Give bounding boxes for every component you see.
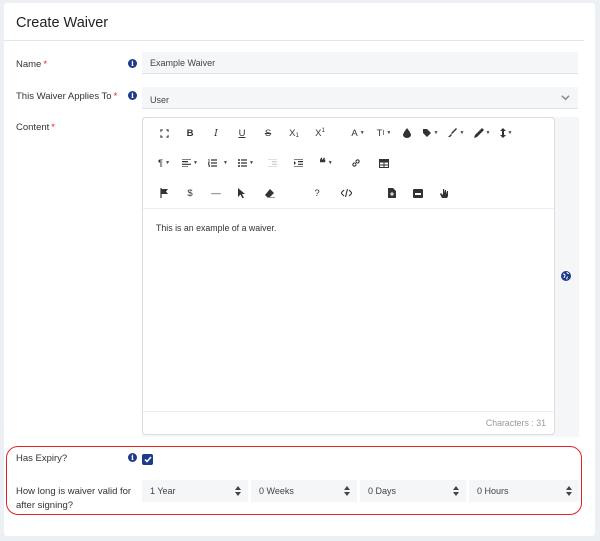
days-value: 0 Days: [368, 486, 397, 496]
character-counter: Characters : 31: [485, 418, 546, 428]
required-mark: *: [43, 59, 48, 70]
applies-to-info-icon[interactable]: i: [128, 91, 137, 100]
unordered-list-icon[interactable]: ▼: [233, 152, 259, 174]
applies-to-label: This Waiver Applies To *: [16, 90, 117, 104]
name-label: Name *: [16, 58, 47, 72]
font-size-icon[interactable]: T I ▼: [371, 122, 397, 144]
paint-brush-icon[interactable]: ▼: [443, 122, 469, 144]
applies-to-value: User: [150, 95, 170, 105]
bold-icon[interactable]: B: [177, 122, 203, 144]
required-mark: *: [51, 122, 55, 133]
subscript-icon[interactable]: X1: [281, 122, 307, 144]
horizontal-line-icon[interactable]: —: [203, 182, 229, 204]
sort-arrows-icon: [344, 486, 350, 496]
ordered-list-icon[interactable]: ▼: [203, 152, 233, 174]
page-title: Create Waiver: [16, 15, 109, 31]
valid-duration-label: How long is waiver valid for after signi…: [16, 486, 132, 511]
globe-icon[interactable]: [561, 271, 571, 281]
dollar-icon[interactable]: $: [177, 182, 203, 204]
flag-icon[interactable]: [151, 182, 177, 204]
fullscreen-icon[interactable]: [151, 122, 177, 144]
content-editor-area: B I U S X1 X1 A ▼ T I ▼ ▼ ▼ ▼ ▼ ¶ ▼ ▼ ▼ …: [142, 117, 579, 437]
pencil-icon[interactable]: ▼: [469, 122, 495, 144]
chevron-down-icon: [561, 95, 570, 101]
info-glyph: i: [131, 91, 134, 100]
strikethrough-icon[interactable]: S: [255, 122, 281, 144]
table-icon[interactable]: [371, 152, 397, 174]
sort-arrows-icon: [566, 486, 572, 496]
required-mark: *: [113, 91, 118, 102]
weeks-select[interactable]: 0 Weeks: [251, 480, 357, 502]
create-waiver-card: Create Waiver Name * i Example Waiver Thi…: [4, 3, 595, 536]
toolbar-row-1: B I U S X1 X1 A ▼ T I ▼ ▼ ▼ ▼ ▼: [151, 122, 517, 144]
rich-text-editor: B I U S X1 X1 A ▼ T I ▼ ▼ ▼ ▼ ▼ ¶ ▼ ▼ ▼ …: [142, 117, 555, 435]
check-icon: [143, 456, 152, 463]
toolbar-row-3: $ — ?: [151, 182, 457, 204]
info-glyph: i: [131, 59, 134, 68]
code-view-icon[interactable]: [333, 182, 359, 204]
title-divider: [4, 40, 584, 41]
outdent-icon[interactable]: [259, 152, 285, 174]
hand-icon[interactable]: [431, 182, 457, 204]
has-expiry-label: Has Expiry?: [16, 453, 68, 464]
editor-content[interactable]: This is an example of a waiver.: [156, 223, 276, 233]
years-select[interactable]: 1 Year: [142, 480, 248, 502]
hours-value: 0 Hours: [477, 486, 509, 496]
days-select[interactable]: 0 Days: [360, 480, 466, 502]
quote-icon[interactable]: ❝ ▼: [311, 152, 341, 174]
toolbar-row-2: ¶ ▼ ▼ ▼ ▼ ❝ ▼: [151, 152, 397, 174]
line-height-icon[interactable]: ▼: [495, 122, 517, 144]
background-color-icon[interactable]: ▼: [417, 122, 443, 144]
has-expiry-checkbox[interactable]: [142, 454, 153, 465]
cursor-icon[interactable]: [229, 182, 255, 204]
superscript-icon[interactable]: X1: [307, 122, 333, 144]
indent-icon[interactable]: [285, 152, 311, 174]
content-label: Content *: [16, 121, 55, 135]
applies-to-label-text: This Waiver Applies To: [16, 91, 112, 102]
hours-select[interactable]: 0 Hours: [469, 480, 579, 502]
align-icon[interactable]: ▼: [177, 152, 203, 174]
clear-formatting-icon[interactable]: [255, 182, 285, 204]
applies-to-select[interactable]: User: [142, 87, 578, 109]
content-label-text: Content: [16, 122, 50, 133]
text-color-icon[interactable]: [397, 122, 417, 144]
weeks-value: 0 Weeks: [259, 486, 294, 496]
editor-footer-divider: [143, 411, 554, 412]
insert-file-icon[interactable]: [379, 182, 405, 204]
sort-arrows-icon: [235, 486, 241, 496]
sort-arrows-icon: [453, 486, 459, 496]
font-family-icon[interactable]: A ▼: [333, 122, 371, 144]
help-icon[interactable]: ?: [301, 182, 333, 204]
years-value: 1 Year: [150, 486, 176, 496]
name-info-icon[interactable]: i: [128, 59, 137, 68]
link-icon[interactable]: [341, 152, 371, 174]
info-glyph: i: [131, 453, 134, 462]
paragraph-format-icon[interactable]: ¶ ▼: [151, 152, 177, 174]
has-expiry-info-icon[interactable]: i: [128, 453, 137, 462]
name-label-text: Name: [16, 59, 42, 70]
underline-icon[interactable]: U: [229, 122, 255, 144]
embed-icon[interactable]: [405, 182, 431, 204]
name-input-value: Example Waiver: [150, 58, 216, 68]
italic-icon[interactable]: I: [203, 122, 229, 144]
toolbar-divider: [143, 208, 554, 209]
name-input[interactable]: Example Waiver: [142, 52, 578, 74]
